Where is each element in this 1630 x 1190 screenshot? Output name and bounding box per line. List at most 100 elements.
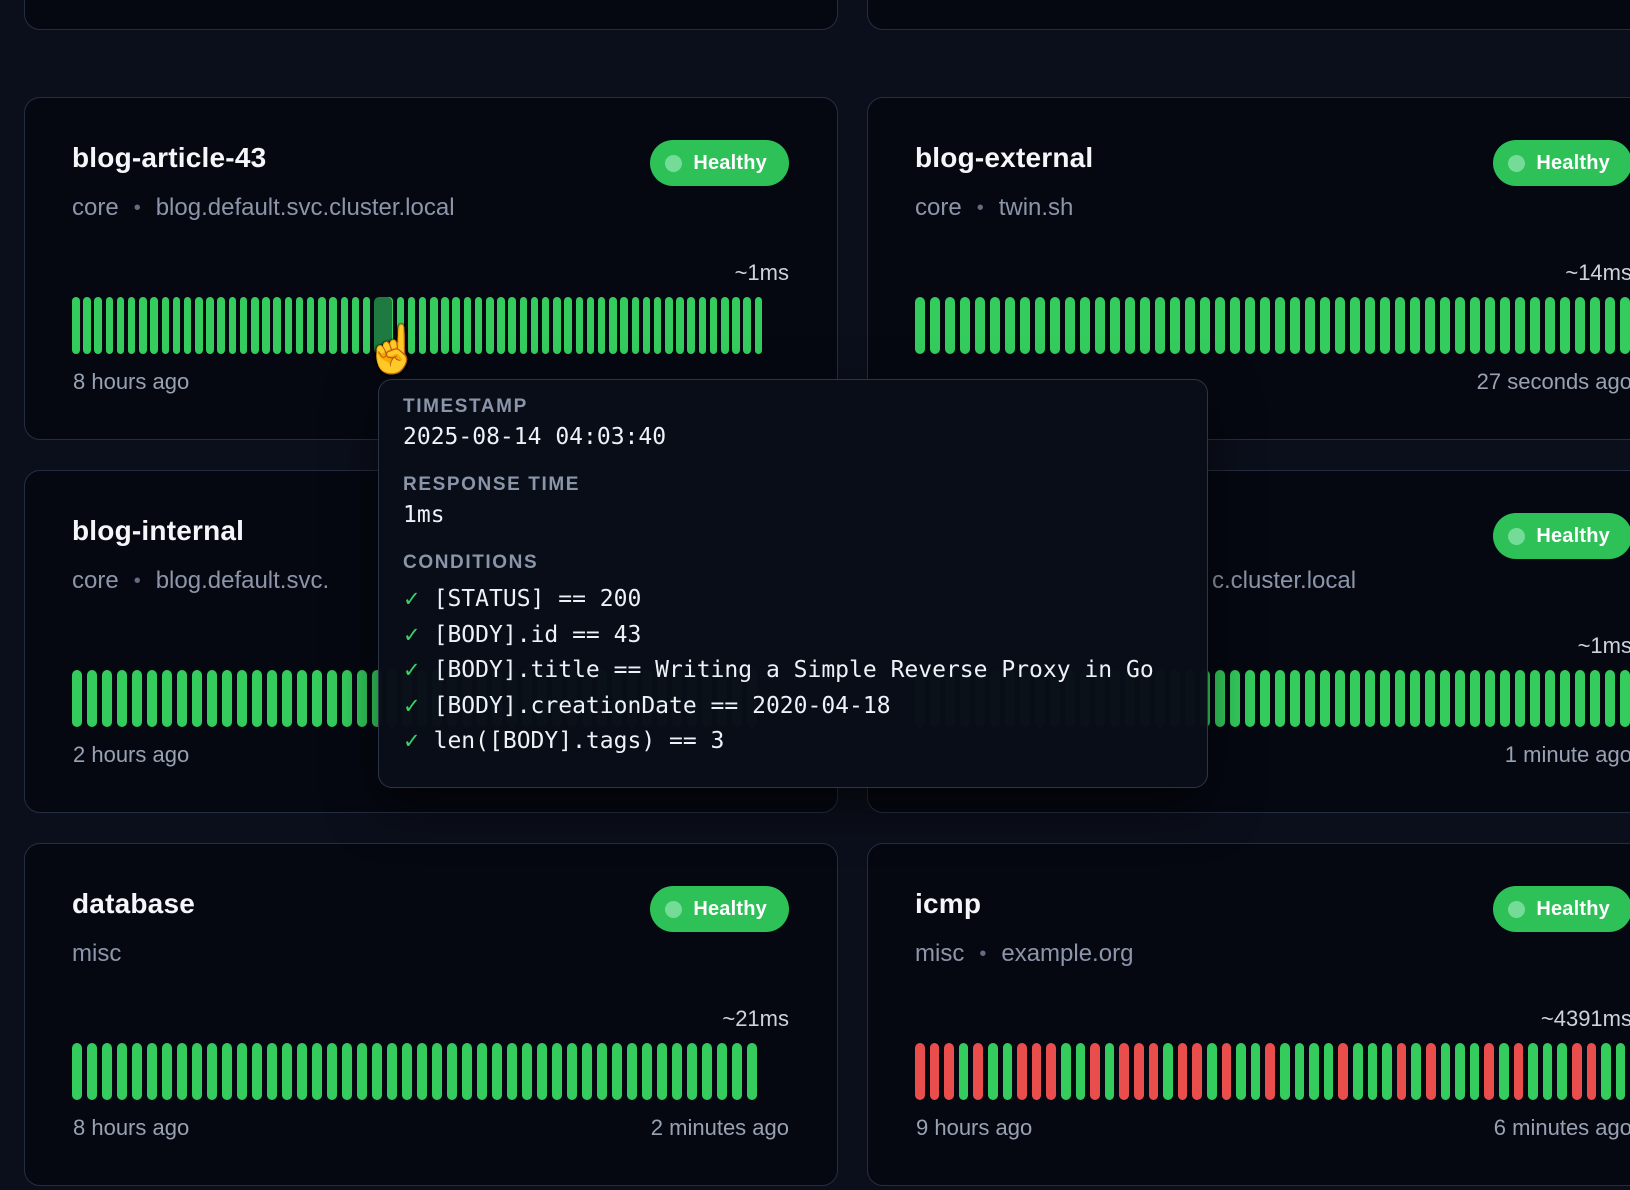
uptime-bar[interactable] — [240, 297, 248, 354]
uptime-bar[interactable] — [1200, 297, 1210, 354]
uptime-bar[interactable] — [150, 297, 158, 354]
uptime-bar[interactable] — [930, 297, 940, 354]
uptime-bar[interactable] — [1543, 1043, 1553, 1100]
uptime-bar[interactable] — [1090, 1043, 1100, 1100]
uptime-bar[interactable] — [1530, 297, 1540, 354]
uptime-bar[interactable] — [147, 670, 157, 727]
uptime-bar[interactable] — [642, 1043, 652, 1100]
uptime-bar[interactable] — [1119, 1043, 1129, 1100]
uptime-bar[interactable] — [1620, 297, 1630, 354]
uptime-bar[interactable] — [117, 1043, 127, 1100]
uptime-bar[interactable] — [576, 297, 584, 354]
uptime-bar[interactable] — [1155, 297, 1165, 354]
uptime-bar[interactable] — [132, 670, 142, 727]
uptime-history[interactable] — [72, 1043, 792, 1100]
uptime-bar[interactable] — [1335, 297, 1345, 354]
uptime-bar[interactable] — [1017, 1043, 1027, 1100]
uptime-bar[interactable] — [710, 297, 718, 354]
uptime-bar[interactable] — [94, 297, 102, 354]
uptime-bar[interactable] — [915, 1043, 925, 1100]
uptime-bar[interactable] — [312, 1043, 322, 1100]
uptime-bar[interactable] — [352, 297, 360, 354]
uptime-bar[interactable] — [1324, 1043, 1334, 1100]
uptime-bar[interactable] — [1170, 297, 1180, 354]
uptime-bar[interactable] — [1410, 297, 1420, 354]
uptime-bar[interactable] — [988, 1043, 998, 1100]
uptime-bar[interactable] — [251, 297, 259, 354]
uptime-bar[interactable] — [1295, 1043, 1305, 1100]
uptime-bar[interactable] — [1275, 670, 1285, 727]
uptime-bar[interactable] — [1230, 670, 1240, 727]
uptime-bar[interactable] — [1545, 670, 1555, 727]
uptime-bar[interactable] — [282, 670, 292, 727]
uptime-bar[interactable] — [402, 1043, 412, 1100]
uptime-bar[interactable] — [102, 670, 112, 727]
uptime-bar[interactable] — [207, 670, 217, 727]
uptime-bar[interactable] — [72, 297, 80, 354]
uptime-history[interactable] — [915, 1043, 1630, 1100]
uptime-bar[interactable] — [1222, 1043, 1232, 1100]
uptime-bar[interactable] — [1605, 297, 1615, 354]
uptime-bar[interactable] — [132, 1043, 142, 1100]
uptime-bar[interactable] — [1134, 1043, 1144, 1100]
uptime-bar[interactable] — [654, 297, 662, 354]
uptime-bar[interactable] — [447, 1043, 457, 1100]
uptime-bar[interactable] — [1338, 1043, 1348, 1100]
uptime-bar[interactable] — [1470, 297, 1480, 354]
uptime-bar[interactable] — [699, 297, 707, 354]
endpoint-card-database[interactable]: database misc Healthy ~21ms 8 hours ago … — [24, 843, 838, 1186]
uptime-bar[interactable] — [1410, 670, 1420, 727]
uptime-bar[interactable] — [959, 1043, 969, 1100]
uptime-bar[interactable] — [1215, 297, 1225, 354]
uptime-bar[interactable] — [597, 1043, 607, 1100]
uptime-bar[interactable] — [507, 1043, 517, 1100]
uptime-bar[interactable] — [1368, 1043, 1378, 1100]
uptime-bar[interactable] — [1425, 297, 1435, 354]
uptime-bar[interactable] — [1587, 1043, 1597, 1100]
uptime-bar[interactable] — [1125, 297, 1135, 354]
uptime-bar[interactable] — [717, 1043, 727, 1100]
uptime-bar[interactable] — [508, 297, 516, 354]
uptime-bar[interactable] — [207, 1043, 217, 1100]
uptime-bar[interactable] — [462, 1043, 472, 1100]
uptime-bar[interactable] — [177, 1043, 187, 1100]
uptime-bar[interactable] — [702, 1043, 712, 1100]
uptime-bar[interactable] — [1572, 1043, 1582, 1100]
uptime-bar[interactable] — [542, 297, 550, 354]
uptime-bar[interactable] — [117, 297, 125, 354]
uptime-bar[interactable] — [1397, 1043, 1407, 1100]
uptime-bar[interactable] — [1320, 670, 1330, 727]
uptime-bar[interactable] — [564, 297, 572, 354]
uptime-bar[interactable] — [147, 1043, 157, 1100]
uptime-bar[interactable] — [357, 1043, 367, 1100]
uptime-bar[interactable] — [1590, 670, 1600, 727]
uptime-bar[interactable] — [195, 297, 203, 354]
uptime-bar[interactable] — [1050, 297, 1060, 354]
uptime-bar[interactable] — [192, 670, 202, 727]
uptime-bar[interactable] — [1260, 670, 1270, 727]
uptime-bar[interactable] — [1515, 297, 1525, 354]
uptime-bar[interactable] — [609, 297, 617, 354]
uptime-bar[interactable] — [1530, 670, 1540, 727]
uptime-bar[interactable] — [1575, 297, 1585, 354]
uptime-bar[interactable] — [1185, 297, 1195, 354]
uptime-bar[interactable] — [1003, 1043, 1013, 1100]
uptime-bar[interactable] — [192, 1043, 202, 1100]
uptime-bar[interactable] — [1601, 1043, 1611, 1100]
uptime-bar[interactable] — [83, 297, 91, 354]
uptime-bar[interactable] — [582, 1043, 592, 1100]
uptime-bar[interactable] — [743, 297, 751, 354]
uptime-bar[interactable] — [676, 297, 684, 354]
uptime-bar[interactable] — [452, 297, 460, 354]
uptime-bar[interactable] — [1485, 297, 1495, 354]
uptime-bar[interactable] — [747, 1043, 757, 1100]
uptime-bar[interactable] — [632, 297, 640, 354]
uptime-bar[interactable] — [612, 1043, 622, 1100]
uptime-bar[interactable] — [262, 297, 270, 354]
uptime-bar[interactable] — [1455, 670, 1465, 727]
uptime-bar[interactable] — [1425, 670, 1435, 727]
uptime-bar[interactable] — [1455, 297, 1465, 354]
uptime-bar[interactable] — [267, 1043, 277, 1100]
uptime-bar[interactable] — [341, 297, 349, 354]
uptime-bar[interactable] — [237, 670, 247, 727]
